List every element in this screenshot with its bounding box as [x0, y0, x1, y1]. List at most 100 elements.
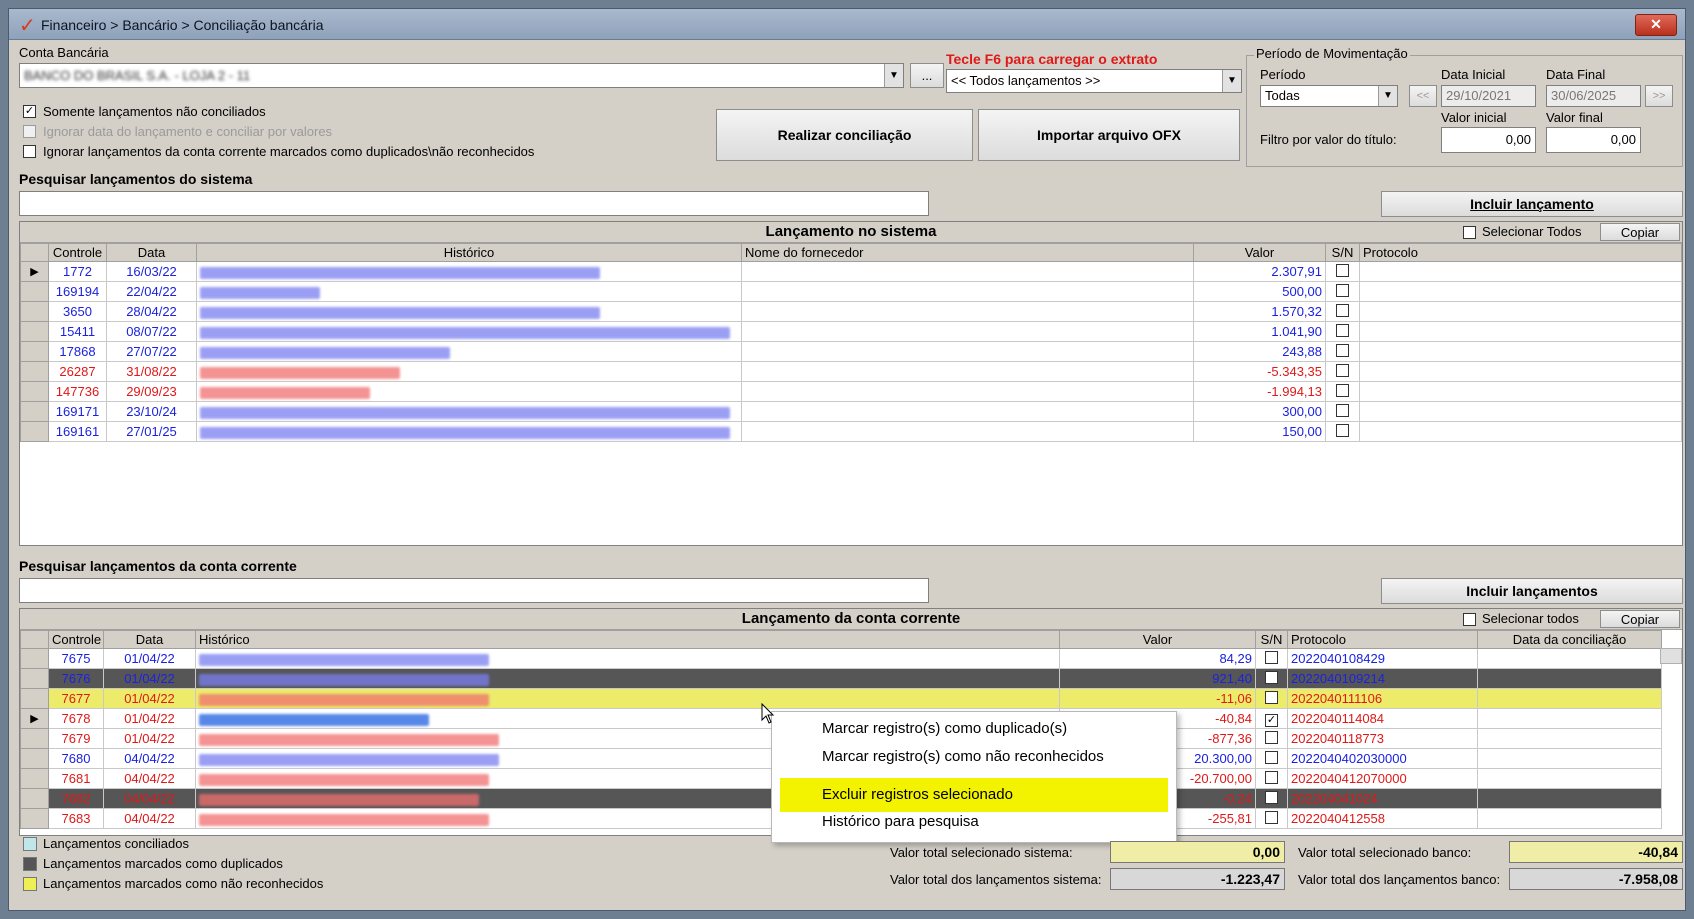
chevron-down-icon[interactable]: ▼ — [1378, 86, 1397, 106]
sn-checkbox[interactable] — [1336, 303, 1349, 317]
valor-inicial-field[interactable]: 0,00 — [1441, 127, 1536, 153]
col-protocolo[interactable]: Protocolo — [1359, 243, 1682, 262]
sn-checkbox[interactable] — [1265, 670, 1278, 684]
col-data-conciliacao[interactable]: Data da conciliação — [1477, 630, 1662, 649]
table-row[interactable]: 7676 01/04/22 921,40 2022040109214 — [20, 668, 1662, 689]
data-inicial-field[interactable]: 29/10/2021 — [1441, 85, 1536, 107]
col-historico[interactable]: Histórico — [196, 243, 742, 262]
sn-checkbox[interactable] — [1265, 690, 1278, 704]
row-indicator[interactable] — [20, 808, 49, 829]
col-fornecedor[interactable]: Nome do fornecedor — [741, 243, 1194, 262]
col-protocolo[interactable]: Protocolo — [1287, 630, 1478, 649]
row-indicator[interactable] — [20, 281, 49, 302]
row-indicator[interactable] — [20, 748, 49, 769]
table-row[interactable]: ▶ 1772 16/03/22 2.307,91 — [20, 261, 1682, 282]
table-row[interactable]: 147736 29/09/23 -1.994,13 — [20, 381, 1682, 402]
incluir-lancamentos-button[interactable]: Incluir lançamentos — [1381, 578, 1683, 604]
col-data[interactable]: Data — [106, 243, 197, 262]
menu-item-nao-reconhecidos[interactable]: Marcar registro(s) como não reconhecidos — [780, 742, 1168, 772]
row-indicator[interactable] — [20, 728, 49, 749]
incluir-lancamento-button[interactable]: Incluir lançamento — [1381, 191, 1683, 217]
menu-item-duplicado[interactable]: Marcar registro(s) como duplicado(s) — [780, 714, 1168, 744]
browse-button[interactable]: ... — [910, 63, 944, 88]
table-row[interactable]: 7677 01/04/22 -11,06 2022040111106 — [20, 688, 1662, 709]
row-indicator[interactable] — [20, 668, 49, 689]
col-valor[interactable]: Valor — [1059, 630, 1256, 649]
table-row[interactable]: 3650 28/04/22 1.570,32 — [20, 301, 1682, 322]
col-historico[interactable]: Histórico — [195, 630, 1060, 649]
close-button[interactable]: ✕ — [1635, 14, 1677, 36]
col-indicator — [20, 243, 49, 262]
sn-checkbox[interactable] — [1265, 810, 1278, 824]
sn-checkbox[interactable] — [1336, 383, 1349, 397]
extrato-select[interactable]: << Todos lançamentos >> ▼ — [946, 69, 1242, 93]
col-controle[interactable]: Controle — [48, 243, 107, 262]
next-period-button[interactable]: >> — [1645, 85, 1673, 107]
sn-checkbox[interactable] — [1336, 343, 1349, 357]
pesquisar-cc-input[interactable] — [19, 578, 929, 603]
importar-ofx-button[interactable]: Importar arquivo OFX — [978, 109, 1240, 161]
pesquisar-sistema-input[interactable] — [19, 191, 929, 216]
row-indicator[interactable] — [20, 401, 49, 422]
col-sn[interactable]: S/N — [1255, 630, 1288, 649]
table-row[interactable]: 169171 23/10/24 300,00 — [20, 401, 1682, 422]
sn-checkbox[interactable]: ✓ — [1265, 713, 1278, 727]
sn-checkbox[interactable] — [1265, 790, 1278, 804]
row-indicator[interactable] — [20, 321, 49, 342]
row-indicator[interactable] — [20, 421, 49, 442]
row-indicator[interactable] — [20, 788, 49, 809]
conta-combo[interactable]: BANCO DO BRASIL S.A. - LOJA 2 - 11 ▼ — [19, 63, 904, 88]
sn-checkbox[interactable] — [1265, 750, 1278, 764]
cc-scrollbar[interactable] — [1660, 648, 1682, 664]
cell-controle: 169171 — [48, 401, 107, 422]
cc-grid-title: Lançamento da conta corrente — [20, 609, 1682, 630]
col-controle[interactable]: Controle — [48, 630, 104, 649]
chevron-down-icon[interactable]: ▼ — [1222, 70, 1241, 92]
row-indicator[interactable] — [20, 648, 49, 669]
sn-checkbox[interactable] — [1336, 283, 1349, 297]
menu-item-historico[interactable]: Histórico para pesquisa — [780, 807, 1168, 837]
sn-checkbox[interactable] — [1265, 650, 1278, 664]
ignorar-data-checkbox[interactable] — [23, 125, 36, 138]
col-data[interactable]: Data — [103, 630, 196, 649]
row-indicator[interactable]: ▶ — [20, 261, 49, 282]
table-row[interactable]: 169194 22/04/22 500,00 — [20, 281, 1682, 302]
realizar-conciliacao-button[interactable]: Realizar conciliação — [716, 109, 973, 161]
sn-checkbox[interactable] — [1336, 363, 1349, 377]
data-final-field[interactable]: 30/06/2025 — [1546, 85, 1641, 107]
row-indicator[interactable]: ▶ — [20, 708, 49, 729]
row-indicator[interactable] — [20, 688, 49, 709]
table-row[interactable]: 7675 01/04/22 84,29 2022040108429 — [20, 648, 1662, 669]
cell-protocolo: 202204041024 — [1287, 788, 1478, 809]
row-indicator[interactable] — [20, 361, 49, 382]
row-indicator[interactable] — [20, 341, 49, 362]
col-sn[interactable]: S/N — [1325, 243, 1360, 262]
sn-checkbox[interactable] — [1336, 423, 1349, 437]
periodo-group-label: Período de Movimentação — [1254, 46, 1410, 61]
sn-checkbox[interactable] — [1336, 403, 1349, 417]
sn-checkbox[interactable] — [1336, 263, 1349, 277]
row-indicator[interactable] — [20, 381, 49, 402]
sn-checkbox[interactable] — [1336, 323, 1349, 337]
chevron-down-icon[interactable]: ▼ — [884, 64, 903, 87]
periodo-select[interactable]: Todas ▼ — [1260, 85, 1398, 107]
sn-checkbox[interactable] — [1265, 770, 1278, 784]
sn-checkbox[interactable] — [1265, 730, 1278, 744]
table-row[interactable]: 15411 08/07/22 1.041,90 — [20, 321, 1682, 342]
valor-final-field[interactable]: 0,00 — [1546, 127, 1641, 153]
copiar-sistema-button[interactable]: Copiar — [1600, 223, 1680, 241]
table-row[interactable]: 169161 27/01/25 150,00 — [20, 421, 1682, 442]
copiar-cc-button[interactable]: Copiar — [1600, 610, 1680, 628]
prev-period-button[interactable]: << — [1409, 85, 1437, 107]
row-indicator[interactable] — [20, 768, 49, 789]
col-valor[interactable]: Valor — [1193, 243, 1326, 262]
select-all-sistema-checkbox[interactable] — [1463, 226, 1476, 239]
select-all-cc-checkbox[interactable] — [1463, 613, 1476, 626]
somente-checkbox[interactable]: ✓ — [23, 105, 36, 118]
ignorar-dup-checkbox[interactable] — [23, 145, 36, 158]
table-row[interactable]: 26287 31/08/22 -5.343,35 — [20, 361, 1682, 382]
cell-sn — [1325, 301, 1360, 322]
cell-sn — [1255, 788, 1288, 809]
row-indicator[interactable] — [20, 301, 49, 322]
table-row[interactable]: 17868 27/07/22 243,88 — [20, 341, 1682, 362]
